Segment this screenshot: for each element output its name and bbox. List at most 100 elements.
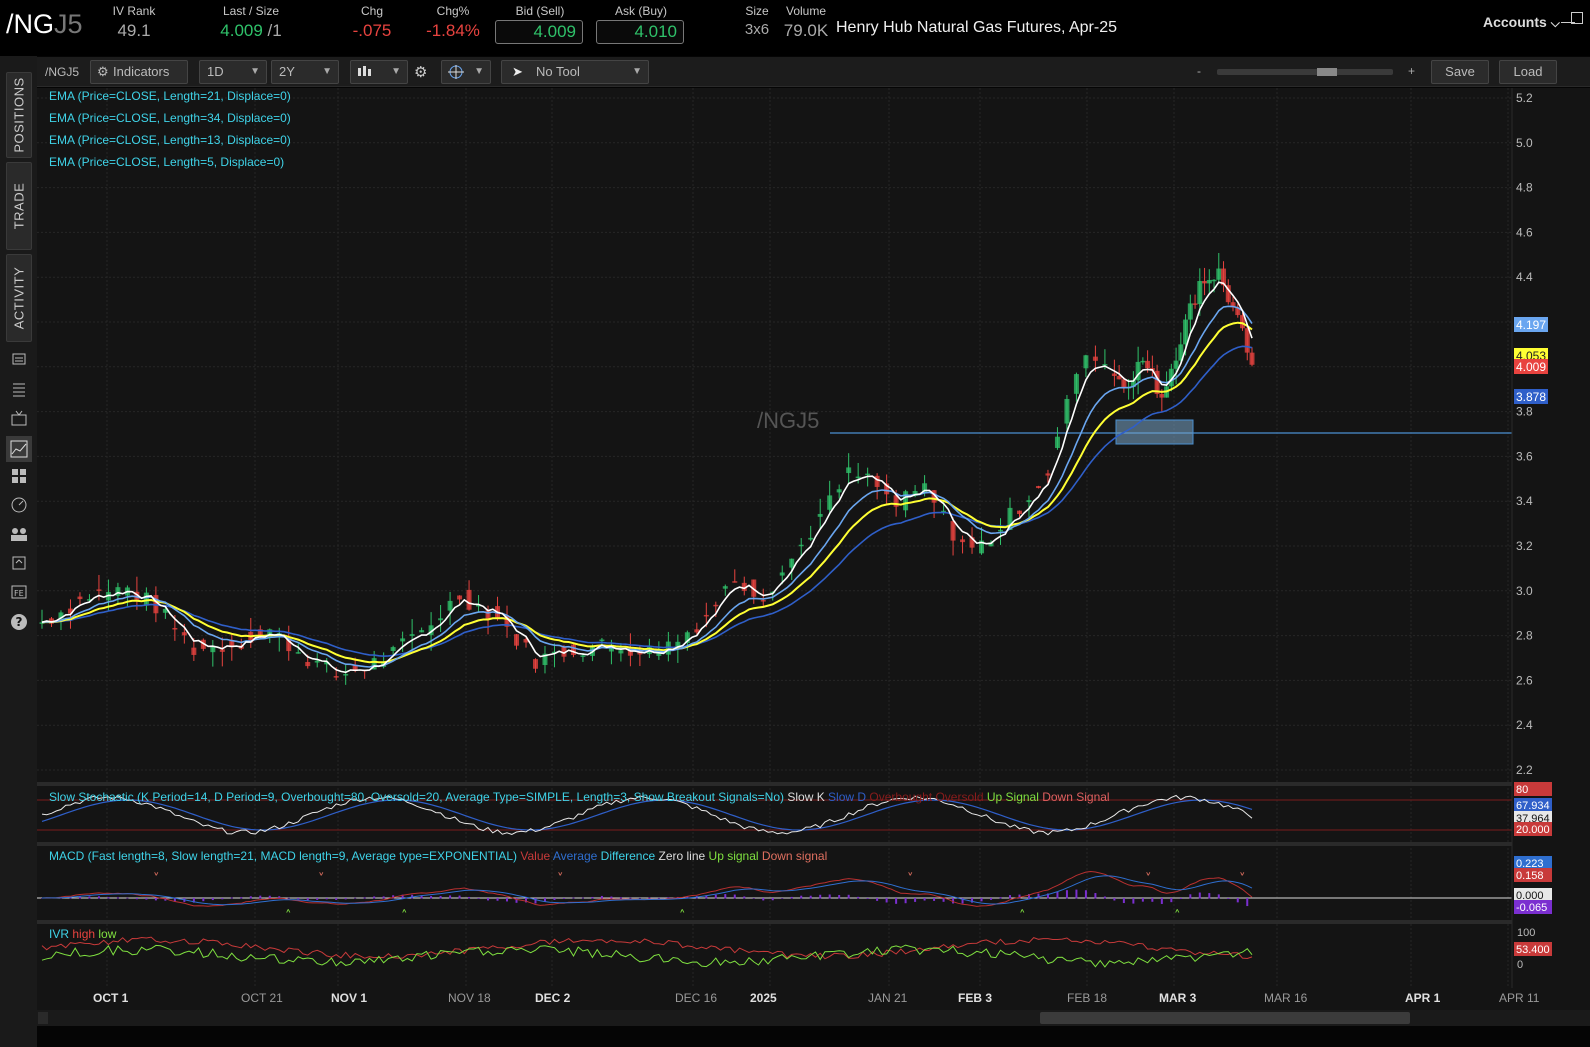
macd-histogram-bar [857, 896, 860, 899]
panel-separator [37, 842, 1512, 846]
volume-label: Volume [785, 4, 827, 18]
symbol-title[interactable]: /NGJ5 [6, 9, 83, 40]
fe-icon[interactable]: FE [9, 584, 29, 604]
macd-histogram-bar [316, 898, 319, 900]
tool-select[interactable]: ➤ No Tool ▼ [501, 60, 649, 84]
volume-field: Volume 79.0K [782, 4, 830, 41]
gauge-icon[interactable] [9, 497, 29, 517]
macd-histogram-bar [572, 897, 575, 899]
last-size-field: Last / Size 4.009 /1 [210, 4, 292, 41]
ivr-legend[interactable]: IVR high low [49, 927, 116, 941]
ask-button[interactable]: 4.010 [596, 20, 684, 44]
drawing-tools-select[interactable]: ▼ [441, 60, 491, 84]
ema13-legend[interactable]: EMA (Price=CLOSE, Length=13, Displace=0) [49, 133, 291, 147]
tab-positions-label: POSITIONS [11, 77, 27, 153]
cursor-arrow-icon: ➤ [512, 64, 523, 79]
zoom-slider[interactable] [1217, 68, 1393, 76]
ema21-legend[interactable]: EMA (Price=CLOSE, Length=21, Displace=0) [49, 89, 291, 103]
macd-histogram-bar [154, 898, 157, 901]
people-icon[interactable] [9, 526, 29, 546]
chart-style-select[interactable]: ▼ [350, 60, 408, 84]
candle-body [1054, 436, 1060, 448]
chart-svg[interactable]: /NGJ5 ˅˅˅˅˅˅˄˄˄˄˄ 5.25.04.84.64.44.24.03… [37, 88, 1590, 1010]
macd-histogram-bar [885, 898, 888, 903]
highlight-box[interactable] [1115, 419, 1194, 445]
candle-body [1145, 360, 1151, 369]
candle-body [570, 644, 576, 655]
tab-trade[interactable]: TRADE [6, 162, 32, 250]
ask-field[interactable]: Ask (Buy) 4.010 [596, 4, 686, 44]
macd-legend[interactable]: MACD (Fast length=8, Slow length=21, MAC… [49, 849, 827, 863]
history-icon[interactable] [9, 555, 29, 575]
macd-histogram-bar [1065, 890, 1068, 899]
chart-icon[interactable] [6, 436, 32, 462]
caret-down-icon: ▼ [632, 66, 642, 77]
grid-icon[interactable] [9, 468, 29, 488]
save-button[interactable]: Save [1431, 60, 1489, 84]
candle-body [314, 660, 320, 663]
macd-histogram-bar [752, 898, 755, 899]
candle-body [390, 647, 396, 651]
chart-area[interactable]: /NGJ5 ˅˅˅˅˅˅˄˄˄˄˄ 5.25.04.84.64.44.24.03… [37, 88, 1590, 1018]
zoom-out-button[interactable]: - [1197, 64, 1201, 78]
price-tick-2.4: 2.4 [1516, 718, 1533, 732]
bid-field[interactable]: Bid (Sell) 4.009 [495, 4, 585, 44]
macd-histogram-bar [325, 898, 328, 900]
svg-text:FE: FE [14, 589, 24, 598]
bid-button[interactable]: 4.009 [495, 20, 583, 44]
tab-positions[interactable]: POSITIONS [6, 72, 32, 158]
zoom-slider-handle[interactable] [1317, 68, 1337, 76]
accounts-menu[interactable]: Accounts ⌵ [1483, 14, 1560, 31]
caret-down-icon: ▼ [391, 66, 401, 77]
monitor-icon[interactable] [9, 352, 29, 372]
macd-histogram-bar [657, 897, 660, 899]
candle-body [779, 572, 785, 576]
settings-gear-icon[interactable]: ⚙ [414, 63, 427, 81]
restore-icon[interactable] [1571, 12, 1583, 24]
indicators-button[interactable]: ⚙ Indicators [90, 60, 188, 84]
macd-histogram-bar [259, 895, 262, 899]
date-label: FEB 18 [1067, 991, 1107, 1005]
zoom-in-button[interactable]: + [1408, 64, 1415, 78]
stochastic-slow-d: Slow D [828, 790, 867, 804]
price-tick-3.8: 3.8 [1516, 405, 1533, 419]
macd-histogram-bar [610, 896, 613, 899]
tv-icon[interactable] [9, 410, 29, 430]
list-icon[interactable] [9, 381, 29, 401]
macd-histogram-bar [990, 898, 993, 900]
candle-body [1064, 398, 1070, 424]
candle-body [1202, 281, 1208, 284]
stochastic-legend[interactable]: Slow Stochastic (K Period=14, D Period=9… [49, 790, 1110, 804]
candle-body [419, 630, 425, 633]
ema5-legend[interactable]: EMA (Price=CLOSE, Length=5, Displace=0) [49, 155, 284, 169]
macd-histogram-bar [819, 894, 822, 899]
candle-body [457, 595, 463, 600]
macd-histogram-bar [221, 898, 224, 900]
macd-histogram-bar [97, 896, 100, 899]
candle-body [1140, 360, 1146, 363]
indicator-label-text: 0.158 [1516, 870, 1544, 882]
macd-down-signal-marker: ˅ [1239, 872, 1246, 887]
candle-body [703, 614, 709, 617]
stochastic-up-signal: Up Signal [986, 790, 1039, 804]
scroll-left-button[interactable] [38, 1012, 48, 1024]
chart-symbol-label[interactable]: /NGJ5 [45, 65, 79, 79]
range-select[interactable]: 2Y ▼ [271, 60, 339, 84]
macd-down-signal-marker: ˅ [907, 872, 914, 887]
tab-activity[interactable]: ACTIVITY [6, 254, 32, 342]
help-icon[interactable]: ? [9, 613, 29, 633]
candle-body [333, 676, 339, 678]
ask-label: Ask (Buy) [614, 4, 667, 18]
macd-histogram-bar [344, 898, 347, 900]
horizontal-scrollbar[interactable] [37, 1010, 1590, 1026]
macd-histogram-bar [591, 896, 594, 899]
scrollbar-thumb[interactable] [1040, 1012, 1410, 1024]
price-tick-2.6: 2.6 [1516, 673, 1533, 687]
timeframe-select[interactable]: 1D ▼ [199, 60, 267, 84]
load-button[interactable]: Load [1499, 60, 1557, 84]
ema34-legend[interactable]: EMA (Price=CLOSE, Length=34, Displace=0) [49, 111, 291, 125]
macd-histogram-bar [1227, 898, 1230, 899]
macd-histogram-bar [581, 897, 584, 899]
macd-histogram-bar [126, 897, 129, 899]
candle-body [1121, 379, 1127, 388]
